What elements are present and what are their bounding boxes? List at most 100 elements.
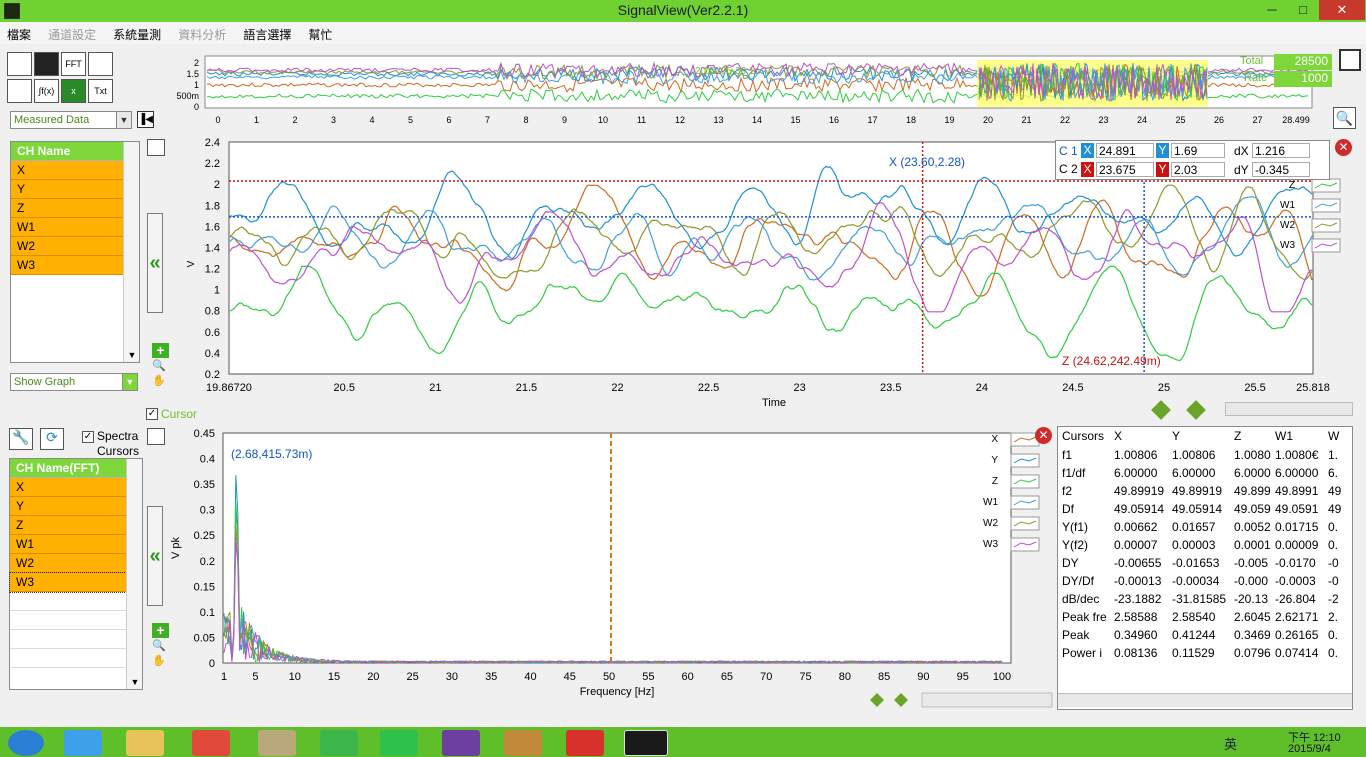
close-readout-icon[interactable]: ✕ — [1335, 139, 1352, 156]
fft-scrollbar[interactable] — [921, 692, 1053, 708]
ie-browser-icon[interactable] — [64, 730, 102, 756]
excel-icon[interactable]: x — [61, 79, 86, 103]
signalview-task-icon[interactable] — [624, 730, 668, 756]
zoom-tool-icon[interactable]: 🔍 — [152, 359, 166, 372]
overview-y-tick: 0 — [194, 102, 199, 112]
fft-pan-hand-icon[interactable]: ✋ — [152, 654, 166, 667]
spectrum-stats-table[interactable]: Cursors X Y Z W1 Wf1 1.00806 1.00806 1.0080 1.008… — [1057, 426, 1353, 710]
y-tick-label: 2.2 — [205, 158, 220, 170]
cursor-checkbox[interactable]: ✓ — [146, 408, 158, 420]
c1-x-value[interactable]: 24.891 — [1096, 143, 1154, 158]
c2-y-icon: Y — [1156, 162, 1169, 177]
c1-label: C 1 — [1059, 144, 1078, 158]
pdf-reader-icon[interactable] — [566, 730, 604, 756]
menu-help[interactable]: 幫忙 — [301, 22, 339, 47]
clock-date[interactable]: 2015/9/4 — [1288, 743, 1331, 755]
line-chart-icon[interactable] — [7, 52, 32, 76]
channel-item-w2[interactable]: W2 — [11, 237, 123, 256]
fft-zoom-tool-icon[interactable]: 🔍 — [152, 639, 166, 652]
y-tick-label: 0.4 — [205, 348, 220, 360]
file-explorer-icon[interactable] — [126, 730, 164, 756]
text-export-icon[interactable]: Txt — [88, 79, 113, 103]
overview-x-tick: 21 — [1021, 115, 1031, 125]
fft-marker-1-icon[interactable] — [870, 693, 884, 707]
fft-list-scrollbar[interactable]: ▼ — [126, 459, 142, 689]
stats-scrollbar[interactable] — [1058, 693, 1352, 707]
menu-system-measure[interactable]: 系統量測 — [106, 22, 168, 47]
overview-x-tick: 7 — [485, 115, 490, 125]
menu-file[interactable]: 檔案 — [0, 22, 38, 47]
menu-language[interactable]: 語言選擇 — [236, 22, 298, 47]
overview-x-tick: 23 — [1098, 115, 1108, 125]
minimize-button[interactable]: ─ — [1257, 0, 1287, 20]
fft-item-w1[interactable]: W1 — [10, 535, 126, 554]
c2-x-value[interactable]: 23.675 — [1096, 162, 1154, 177]
collapse-fft-button[interactable]: « — [147, 506, 163, 606]
store-icon[interactable] — [320, 730, 358, 756]
layout-toggle-icon[interactable] — [1339, 49, 1361, 71]
wrench-icon[interactable]: 🔧 — [9, 428, 33, 450]
paint-icon[interactable] — [504, 730, 542, 756]
integral-icon[interactable]: ∫f(x) — [34, 79, 59, 103]
overview-x-tick: 11 — [637, 115, 646, 125]
stats-value-cell: 0.0796 — [1234, 646, 1271, 660]
fft-item-z[interactable]: Z — [10, 516, 126, 535]
export-graph-icon[interactable] — [147, 139, 165, 156]
overview-chart[interactable]: 21.51500m0 0 1 2 3 4 5 6 7 8 9 10 11 12 13 14 15 16 17 18 1… — [165, 52, 1345, 130]
multi-chart-icon[interactable] — [7, 79, 32, 103]
c1-y-value[interactable]: 1.69 — [1171, 143, 1225, 158]
channel-item-y[interactable]: Y — [11, 180, 123, 199]
fft-legend-label: W1 — [983, 497, 998, 508]
overview-x-tick: 2 — [292, 115, 297, 125]
stats-value-cell: -0.005 — [1234, 556, 1269, 570]
fft-plot-area[interactable] — [222, 432, 1012, 664]
channel-list[interactable]: CH Name X Y Z W1 W2 W3 ▼ — [10, 141, 140, 363]
channel-item-w1[interactable]: W1 — [11, 218, 123, 237]
app-tool-icon[interactable] — [258, 730, 296, 756]
channel-list-scrollbar[interactable]: ▼ — [123, 142, 139, 362]
fft-item-w2[interactable]: W2 — [10, 554, 126, 573]
menu-channel-settings[interactable]: 通道設定 — [41, 22, 103, 47]
fft-channel-list[interactable]: CH Name(FFT) X Y Z W1 W2 W3 ▼ — [9, 458, 143, 690]
ime-indicator[interactable]: 英 — [1224, 734, 1237, 753]
menu-data-analysis[interactable]: 資料分析 — [171, 22, 233, 47]
fft-x-tick: 85 — [878, 671, 890, 683]
spectra-cursors-checkbox[interactable]: ✓ — [82, 431, 94, 443]
channel-item-w3[interactable]: W3 — [11, 256, 123, 275]
refresh-icon[interactable]: ⟳ — [40, 428, 64, 450]
stats-row-label: f1/df — [1062, 466, 1086, 480]
fft-icon[interactable]: FFT — [61, 52, 86, 76]
pan-hand-icon[interactable]: ✋ — [152, 374, 166, 387]
channel-item-z[interactable]: Z — [11, 199, 123, 218]
close-button[interactable]: ✕ — [1319, 0, 1365, 20]
export-fft-icon[interactable] — [147, 428, 165, 445]
search-icon[interactable]: 🔍 — [1333, 107, 1356, 129]
chrome-icon[interactable] — [192, 730, 230, 756]
collapse-panel-button[interactable]: « — [147, 213, 163, 313]
visual-studio-icon[interactable] — [442, 730, 480, 756]
stats-value-cell: -0 — [1328, 574, 1339, 588]
fft-item-y[interactable]: Y — [10, 497, 126, 516]
line-app-icon[interactable] — [380, 730, 418, 756]
data-source-select[interactable]: Measured Data ▼ — [10, 111, 132, 129]
channel-item-x[interactable]: X — [11, 161, 123, 180]
close-fft-icon[interactable]: ✕ — [1035, 427, 1052, 444]
fft-chart[interactable]: 0.450.40.350.30.250.20.150.10.050 1 5 10 15… — [165, 428, 1057, 713]
fft-item-w3[interactable]: W3 — [9, 572, 127, 593]
fft-item-x[interactable]: X — [10, 478, 126, 497]
stats-value-cell: -2 — [1328, 592, 1339, 606]
maximize-button[interactable]: □ — [1288, 0, 1318, 20]
stats-value-cell: 2. — [1328, 610, 1339, 624]
c2-y-value[interactable]: 2.03 — [1171, 162, 1225, 177]
fft-x-tick: 25 — [406, 671, 418, 683]
horizontal-scrollbar[interactable] — [1225, 402, 1353, 416]
start-button-icon[interactable] — [8, 730, 44, 756]
grid-chart-icon[interactable] — [34, 52, 59, 76]
x-tick-label: 24.5 — [1062, 382, 1083, 394]
overview-x-tick: 19 — [944, 115, 954, 125]
zoom-in-icon[interactable]: + — [152, 343, 169, 358]
fft-marker-2-icon[interactable] — [894, 693, 908, 707]
skip-back-icon[interactable]: ▐◀ — [137, 111, 154, 128]
histogram-icon[interactable] — [88, 52, 113, 76]
show-graph-select[interactable]: Show Graph ▼ — [10, 373, 138, 391]
